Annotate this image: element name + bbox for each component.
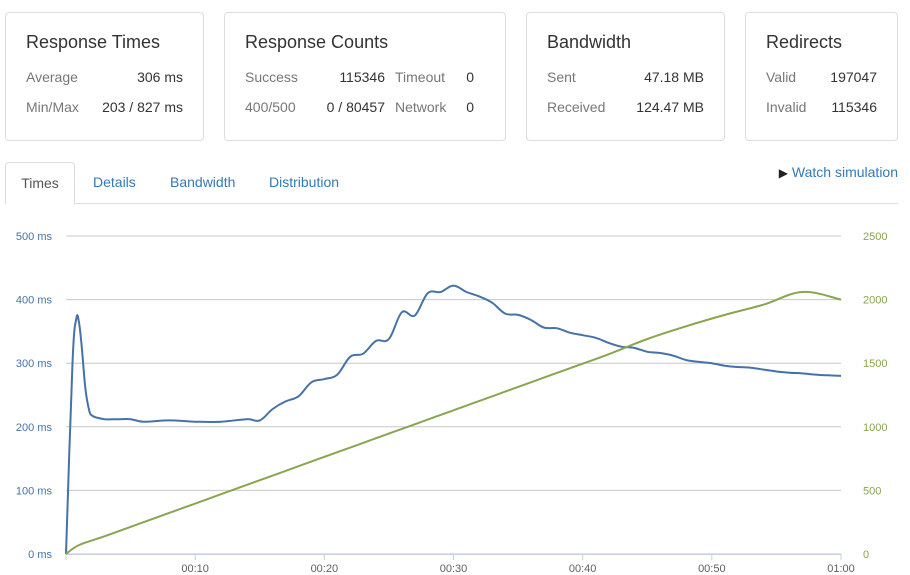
minmax-label: Min/Max [26, 99, 79, 115]
status-400-500-value: 0 / 80457 [326, 99, 385, 115]
average-label: Average [26, 69, 78, 85]
sent-label: Sent [547, 69, 576, 85]
bandwidth-title: Bandwidth [547, 32, 632, 52]
response-counts-card: Response Counts Success 115346 Timeout 0… [224, 12, 506, 141]
received-label: Received [547, 99, 606, 115]
invalid-label: Invalid [766, 99, 807, 115]
minmax-value: 203 / 827 ms [102, 99, 183, 115]
tab-times[interactable]: Times [5, 162, 75, 205]
success-label: Success [245, 69, 298, 85]
redirects-title: Redirects [766, 32, 843, 52]
y-right-tick-label: 2500 [863, 231, 887, 243]
invalid-value: 115346 [831, 99, 877, 115]
tab-bandwidth[interactable]: Bandwidth [170, 162, 235, 204]
y-right-tick-label: 0 [863, 549, 869, 561]
status-400-500-label: 400/500 [245, 99, 296, 115]
watch-simulation-link[interactable]: ▶ Watch simulation [779, 164, 898, 180]
y-left-tick-label: 100 ms [16, 485, 53, 497]
valid-label: Valid [766, 69, 797, 85]
response-times-title: Response Times [26, 32, 161, 52]
y-left-tick-label: 500 ms [16, 231, 53, 243]
y-left-tick-label: 0 ms [28, 549, 52, 561]
x-tick-label: 00:40 [569, 563, 597, 575]
clients-series-line [65, 290, 842, 555]
chart-tabs: Times Details Bandwidth Distribution [5, 162, 898, 205]
x-tick-label: 01:00 [827, 563, 855, 575]
y-left-tick-label: 300 ms [16, 358, 53, 370]
response-time-chart: 0 ms 100 ms 200 ms 300 ms 400 ms 500 ms 0 500 10… [16, 231, 888, 575]
timeout-value: 0 [466, 69, 474, 85]
received-value: 124.47 MB [636, 99, 704, 115]
redirects-card: Redirects Valid 197047 Invalid 115346 [745, 12, 898, 141]
play-icon: ▶ [778, 166, 788, 180]
average-value: 306 ms [137, 69, 183, 85]
success-value: 115346 [339, 69, 385, 85]
network-label: Network [395, 99, 447, 115]
response-times-card: Response Times Average 306 ms Min/Max 20… [5, 12, 204, 141]
network-value: 0 [466, 99, 474, 115]
y-right-tick-label: 1000 [863, 422, 887, 434]
y-right-tick-label: 500 [863, 485, 881, 497]
response-counts-title: Response Counts [245, 32, 389, 52]
y-right-tick-label: 1500 [863, 358, 887, 370]
valid-value: 197047 [830, 69, 877, 85]
tab-details[interactable]: Details [93, 162, 136, 204]
watch-simulation-label: Watch simulation [791, 164, 898, 180]
tab-distribution[interactable]: Distribution [269, 162, 339, 204]
x-tick-label: 00:30 [440, 563, 468, 575]
response-time-series-line [65, 284, 842, 555]
x-tick-label: 00:10 [181, 563, 209, 575]
timeout-label: Timeout [395, 69, 446, 85]
x-tick-label: 00:20 [311, 563, 339, 575]
bandwidth-card: Bandwidth Sent 47.18 MB Received 124.47 … [526, 12, 725, 141]
x-tick-label: 00:50 [698, 563, 726, 575]
sent-value: 47.18 MB [644, 69, 704, 85]
y-left-tick-label: 200 ms [16, 422, 53, 434]
y-right-tick-label: 2000 [863, 295, 887, 307]
y-left-tick-label: 400 ms [16, 295, 53, 307]
